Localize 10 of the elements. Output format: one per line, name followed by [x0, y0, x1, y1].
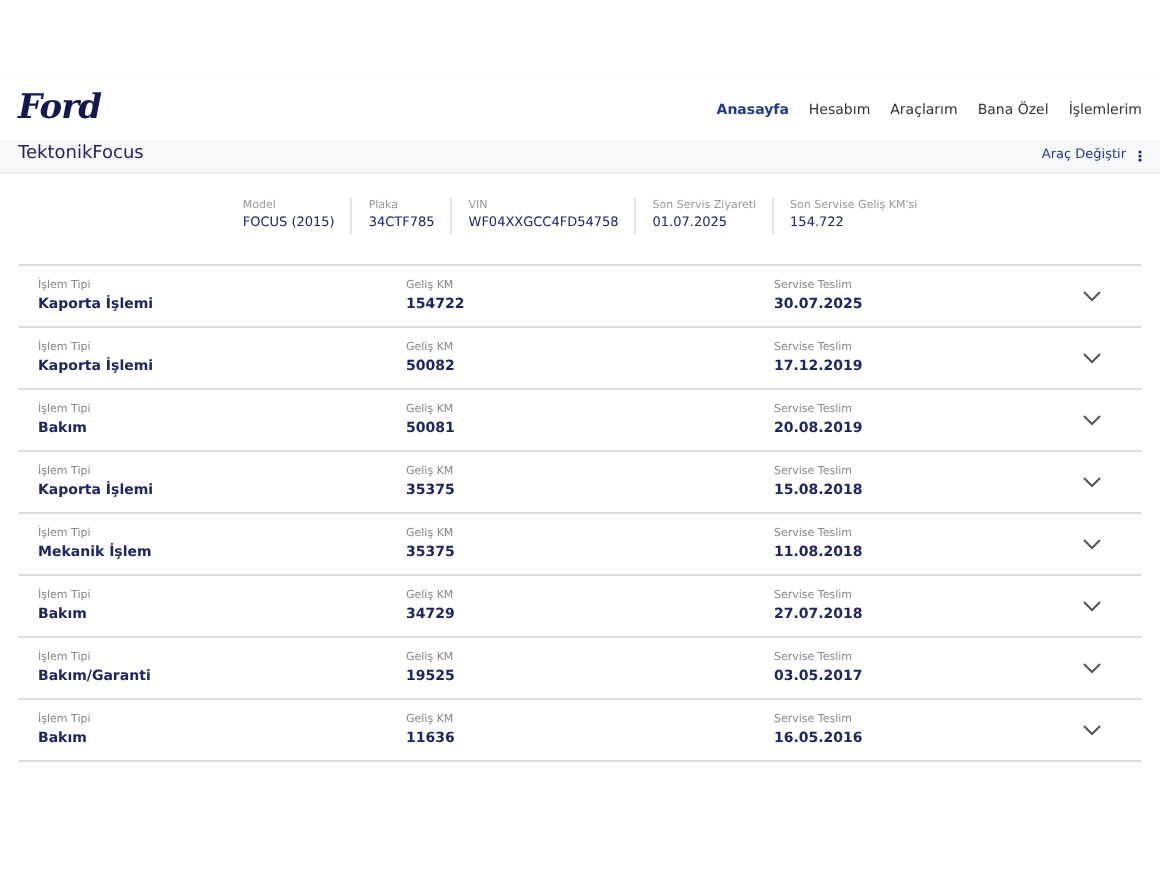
- chevron-down-icon[interactable]: [1082, 476, 1102, 488]
- logo[interactable]: Ford: [18, 84, 102, 136]
- chevron-down-icon[interactable]: [1082, 724, 1102, 736]
- vehicle-title: TektonikFocus: [18, 142, 144, 169]
- chevron-down-icon[interactable]: [1082, 352, 1102, 364]
- chevron-down-icon[interactable]: [1082, 662, 1102, 674]
- chevron-down-icon[interactable]: [1082, 600, 1102, 612]
- chevron-down-icon[interactable]: [1082, 538, 1102, 550]
- chevron-down-icon[interactable]: [1082, 414, 1102, 426]
- chevron-down-icon[interactable]: [1082, 290, 1102, 302]
